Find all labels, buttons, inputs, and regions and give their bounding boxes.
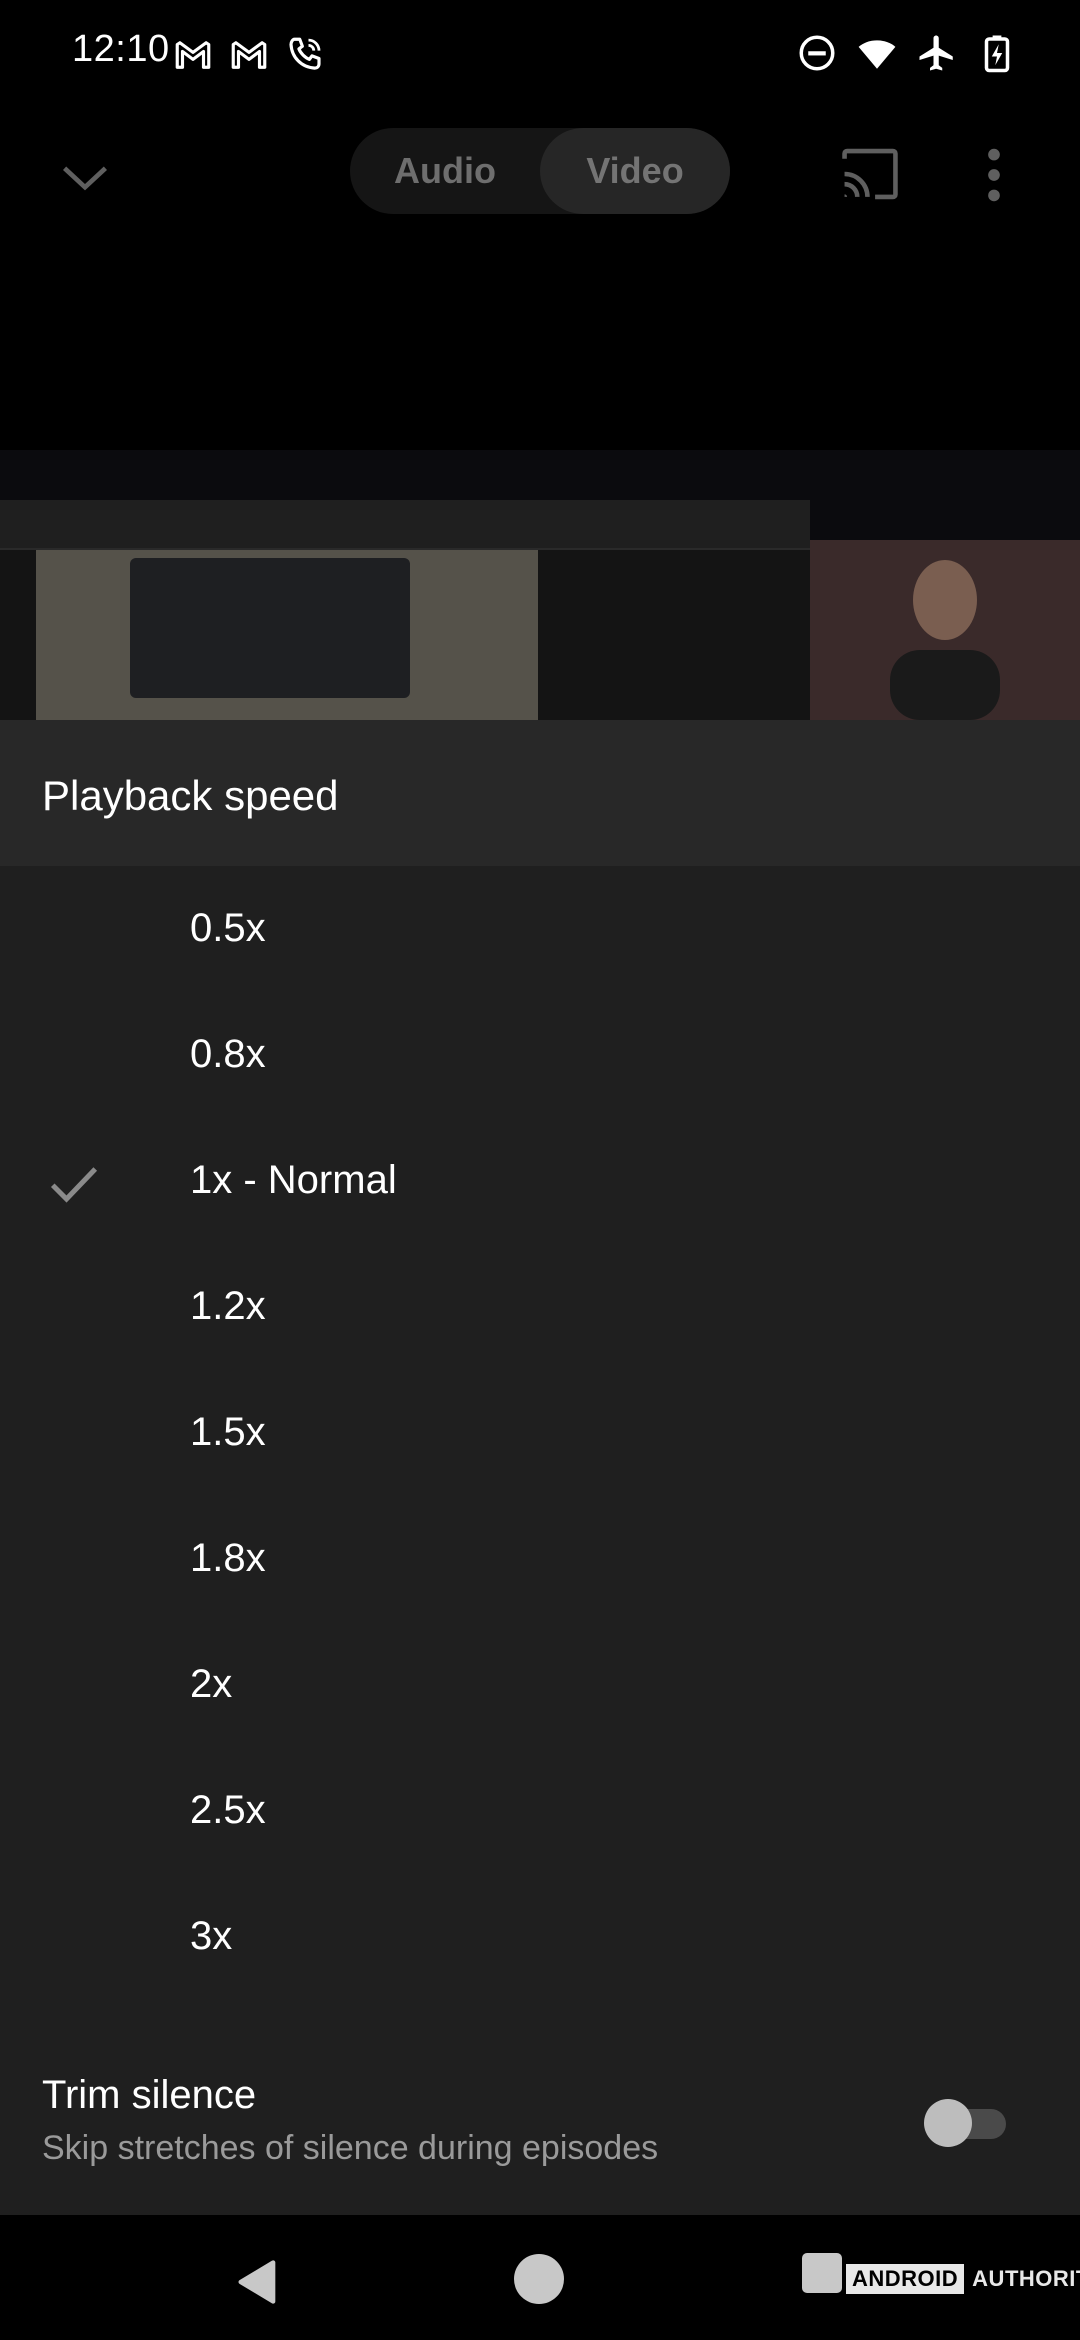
sheet-header: Playback speed bbox=[0, 720, 1080, 866]
screen: 12:10 Audio Video Playback speed 0.5x 0.… bbox=[0, 0, 1080, 2340]
speed-option-label: 0.5x bbox=[190, 906, 266, 950]
watermark-suffix: AUTHORITY bbox=[972, 2266, 1080, 2291]
status-time: 12:10 bbox=[72, 28, 170, 70]
wifi-calling-icon bbox=[289, 37, 321, 70]
gmail-icon bbox=[175, 41, 211, 69]
status-bar: 12:10 bbox=[0, 0, 1080, 110]
tab-video-label: Video bbox=[586, 150, 684, 191]
speed-option-label: 1.2x bbox=[190, 1284, 266, 1328]
player-top-bar: Audio Video bbox=[0, 110, 1080, 230]
speed-option-1-8x[interactable]: 1.8x bbox=[0, 1496, 1080, 1622]
speed-option-2-5x[interactable]: 2.5x bbox=[0, 1748, 1080, 1874]
do-not-disturb-icon bbox=[799, 35, 835, 71]
playback-speed-sheet: Playback speed 0.5x 0.8x 1x - Normal 1.2… bbox=[0, 720, 1080, 2215]
status-left-icons bbox=[172, 34, 326, 76]
cast-icon[interactable] bbox=[838, 146, 902, 202]
trim-silence-title: Trim silence bbox=[42, 2073, 257, 2117]
speed-option-2x[interactable]: 2x bbox=[0, 1622, 1080, 1748]
speed-option-0-5x[interactable]: 0.5x bbox=[0, 866, 1080, 992]
audio-video-toggle: Audio Video bbox=[350, 128, 730, 214]
sheet-title: Playback speed bbox=[42, 772, 339, 819]
speed-option-label: 2x bbox=[190, 1662, 233, 1706]
speed-option-1-5x[interactable]: 1.5x bbox=[0, 1370, 1080, 1496]
speed-option-label: 0.8x bbox=[190, 1032, 266, 1076]
toggle-thumb bbox=[924, 2099, 972, 2147]
video-player[interactable] bbox=[0, 450, 1080, 720]
home-icon[interactable] bbox=[514, 2254, 564, 2304]
tab-video[interactable]: Video bbox=[540, 128, 730, 214]
status-right-icons bbox=[796, 32, 1018, 74]
tab-audio[interactable]: Audio bbox=[350, 128, 540, 214]
speed-option-label: 1x - Normal bbox=[190, 1158, 397, 1202]
chevron-down-icon[interactable] bbox=[50, 142, 120, 212]
more-vert-icon[interactable] bbox=[974, 140, 1014, 210]
speed-option-label: 3x bbox=[190, 1914, 233, 1958]
presenter-figure bbox=[890, 560, 1000, 720]
wifi-icon bbox=[858, 40, 896, 69]
video-laptop bbox=[130, 558, 410, 698]
trim-silence-toggle[interactable] bbox=[920, 2095, 1008, 2147]
speed-option-1x-normal[interactable]: 1x - Normal bbox=[0, 1118, 1080, 1244]
battery-charging-icon bbox=[984, 35, 1010, 73]
recents-icon[interactable] bbox=[802, 2253, 842, 2293]
watermark-brand: ANDROID bbox=[846, 2264, 965, 2294]
back-icon[interactable] bbox=[232, 2255, 284, 2309]
tab-audio-label: Audio bbox=[394, 150, 496, 191]
speed-option-label: 1.5x bbox=[190, 1410, 266, 1454]
trim-silence-row[interactable]: Trim silence Skip stretches of silence d… bbox=[0, 2045, 1080, 2195]
speed-option-1-2x[interactable]: 1.2x bbox=[0, 1244, 1080, 1370]
gmail-icon bbox=[231, 41, 267, 69]
speed-list: 0.5x 0.8x 1x - Normal 1.2x 1.5x 1.8x 2x bbox=[0, 866, 1080, 2000]
watermark: ANDROID AUTHORITY bbox=[846, 2264, 1080, 2294]
check-icon bbox=[50, 1167, 98, 1203]
speed-option-3x[interactable]: 3x bbox=[0, 1874, 1080, 2000]
browser-tab-strip bbox=[0, 500, 810, 550]
trim-silence-subtitle: Skip stretches of silence during episode… bbox=[42, 2129, 659, 2167]
airplane-mode-icon bbox=[919, 35, 953, 71]
speed-option-label: 1.8x bbox=[190, 1536, 266, 1580]
speed-option-0-8x[interactable]: 0.8x bbox=[0, 992, 1080, 1118]
video-presenter-thumbnail bbox=[810, 540, 1080, 720]
speed-option-label: 2.5x bbox=[190, 1788, 266, 1832]
